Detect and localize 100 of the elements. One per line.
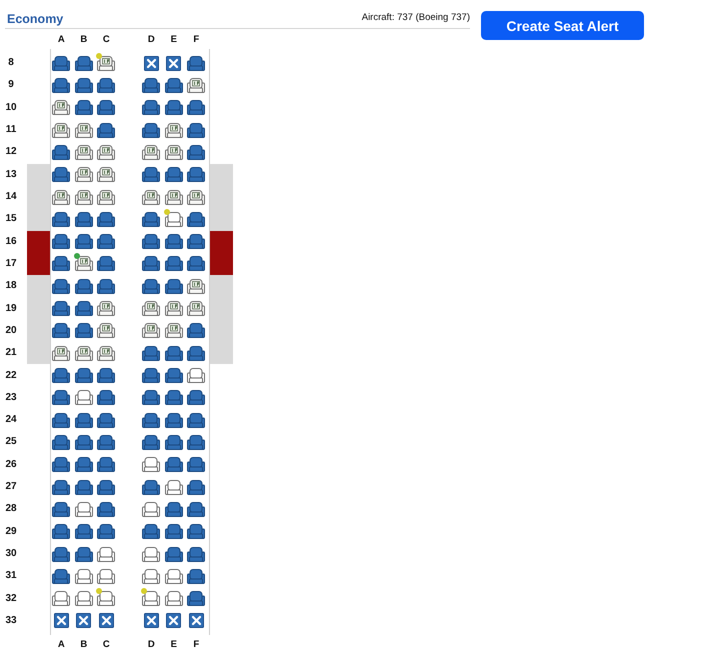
row-number: 21 <box>5 347 17 360</box>
occupied-seat-icon <box>97 368 116 384</box>
occupied-seat-icon <box>74 212 93 227</box>
occupied-seat-icon <box>164 434 183 450</box>
row-number: 8 <box>8 57 14 70</box>
occupied-seat-icon <box>164 346 183 361</box>
preferred-seat-icon <box>164 190 183 205</box>
occupied-seat-icon <box>164 502 183 517</box>
preferred-seat-icon <box>52 100 70 116</box>
occupied-seat-icon <box>74 412 93 428</box>
occupied-seat-icon <box>52 323 70 338</box>
occupied-seat-icon <box>164 546 183 562</box>
available-seat-icon <box>142 546 160 562</box>
available-seat-icon <box>97 546 116 562</box>
preferred-seat-icon <box>97 56 116 71</box>
preferred-seat-icon <box>187 278 206 294</box>
preferred-seat-icon <box>97 144 116 160</box>
row-number: 14 <box>5 191 17 204</box>
available-seat-icon <box>74 502 93 517</box>
occupied-seat-icon <box>187 122 206 138</box>
occupied-seat-icon <box>52 301 70 316</box>
column-letter: E <box>170 33 177 47</box>
available-seat-icon <box>142 591 160 606</box>
occupied-seat-icon <box>74 457 93 472</box>
occupied-seat-icon <box>164 524 183 540</box>
preferred-seat-icon <box>142 144 160 160</box>
preferred-seat-icon <box>74 144 93 160</box>
row-number: 26 <box>5 458 17 471</box>
preferred-seat-icon <box>74 346 93 361</box>
occupied-seat-icon <box>187 100 206 116</box>
occupied-seat-icon <box>97 78 116 93</box>
column-letter: A <box>58 638 65 652</box>
occupied-seat-icon <box>187 323 206 338</box>
preferred-seat-icon <box>164 144 183 160</box>
occupied-seat-icon <box>52 546 70 562</box>
create-seat-alert-button[interactable]: Create Seat Alert <box>481 11 644 40</box>
available-seat-icon <box>164 212 183 227</box>
row-number: 25 <box>5 436 17 448</box>
occupied-seat-icon <box>142 122 160 138</box>
occupied-seat-icon <box>97 278 116 294</box>
occupied-seat-icon <box>187 502 206 517</box>
row-number: 15 <box>5 213 17 226</box>
occupied-seat-icon <box>187 480 206 495</box>
occupied-seat-icon <box>142 346 160 361</box>
occupied-seat-icon <box>142 256 160 272</box>
occupied-seat-icon <box>187 390 206 406</box>
column-letter: F <box>193 638 200 652</box>
occupied-seat-icon <box>164 278 183 294</box>
occupied-seat-icon <box>97 212 116 227</box>
occupied-seat-icon <box>74 368 93 384</box>
row-number: 30 <box>5 548 17 560</box>
occupied-seat-icon <box>52 167 70 182</box>
row-number: 13 <box>5 168 17 181</box>
occupied-seat-icon <box>187 256 206 272</box>
occupied-seat-icon <box>142 100 160 116</box>
occupied-seat-icon <box>52 212 70 227</box>
occupied-seat-icon <box>52 524 70 540</box>
cabin-title: Economy <box>7 12 64 26</box>
row-number: 23 <box>5 392 17 404</box>
occupied-seat-icon <box>97 412 116 428</box>
occupied-seat-icon <box>97 100 116 116</box>
available-seat-icon <box>164 591 183 606</box>
row-number: 17 <box>5 258 17 270</box>
occupied-seat-icon <box>74 434 93 450</box>
preferred-seat-icon <box>97 167 116 182</box>
occupied-seat-icon <box>164 368 183 384</box>
column-letter: F <box>193 33 200 47</box>
row-number: 28 <box>5 503 17 516</box>
available-seat-icon <box>52 591 70 606</box>
occupied-seat-icon <box>142 78 160 93</box>
occupied-seat-icon <box>74 56 93 71</box>
occupied-seat-icon <box>52 480 70 495</box>
occupied-seat-icon <box>74 323 93 338</box>
occupied-seat-icon <box>142 412 160 428</box>
column-letter: C <box>102 638 110 652</box>
row-number: 29 <box>5 526 17 538</box>
preferred-seat-icon <box>142 301 160 316</box>
available-seat-icon <box>74 390 93 406</box>
column-letter: D <box>148 33 155 47</box>
occupied-seat-icon <box>74 234 93 250</box>
row-number: 22 <box>5 370 17 382</box>
occupied-seat-icon <box>187 568 206 584</box>
occupied-seat-icon <box>97 234 116 250</box>
blocked-seat-icon <box>188 613 204 628</box>
row-number: 32 <box>5 592 17 605</box>
occupied-seat-icon <box>97 390 116 406</box>
occupied-seat-icon <box>52 412 70 428</box>
preferred-seat-icon <box>74 256 93 272</box>
occupied-seat-icon <box>74 546 93 562</box>
occupied-seat-icon <box>164 457 183 472</box>
available-seat-icon <box>97 591 116 606</box>
occupied-seat-icon <box>187 524 206 540</box>
blocked-seat-icon <box>98 613 114 628</box>
occupied-seat-icon <box>97 457 116 472</box>
occupied-seat-icon <box>142 368 160 384</box>
occupied-seat-icon <box>187 144 206 160</box>
available-seat-icon <box>142 457 160 472</box>
occupied-seat-icon <box>187 457 206 472</box>
occupied-seat-icon <box>97 480 116 495</box>
preferred-seat-icon <box>97 301 116 316</box>
